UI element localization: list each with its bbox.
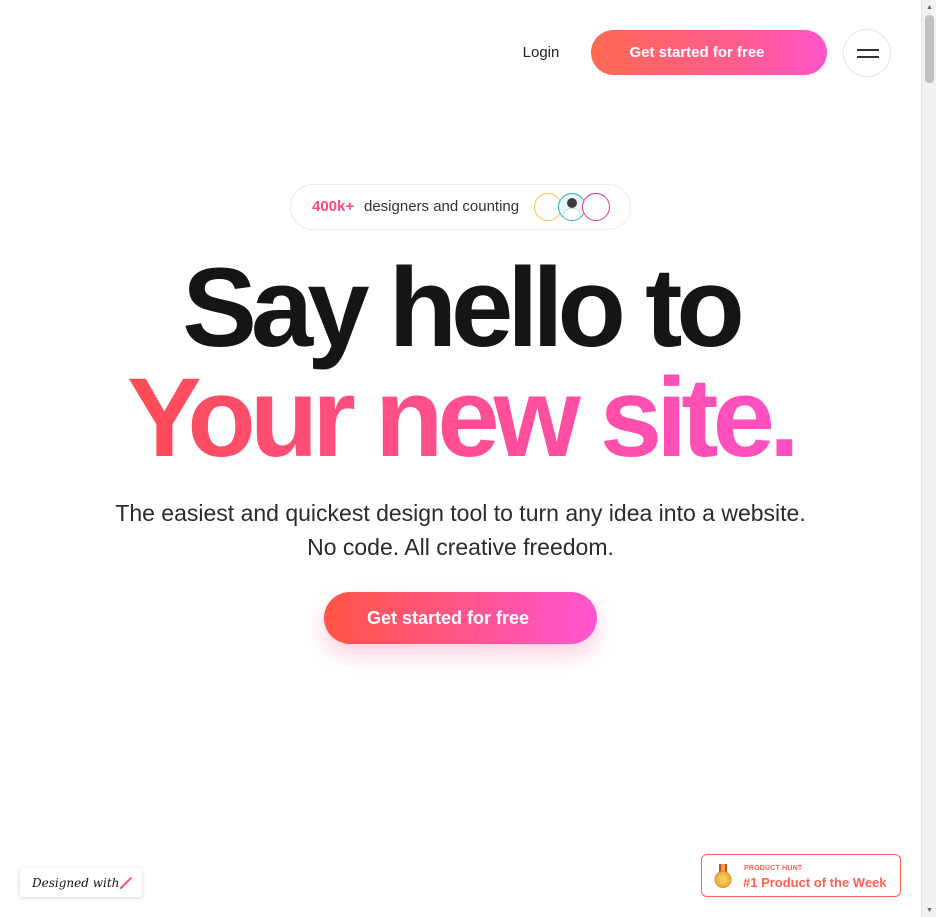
scroll-down-arrow-icon[interactable]: ▼ bbox=[922, 903, 936, 917]
product-hunt-label: PRODUCT HUNT bbox=[744, 865, 803, 872]
product-hunt-title: #1 Product of the Week bbox=[743, 875, 887, 890]
hero-headline-line2: Your new site. bbox=[0, 356, 921, 480]
designers-count-pill: 400k+ designers and counting bbox=[290, 184, 631, 230]
designed-with-badge[interactable]: Designed with bbox=[20, 868, 142, 897]
designers-count: 400k+ bbox=[312, 198, 355, 215]
hero-subtitle: The easiest and quickest design tool to … bbox=[0, 496, 921, 564]
pen-stroke-icon bbox=[120, 877, 132, 889]
product-hunt-badge[interactable]: PRODUCT HUNT #1 Product of the Week bbox=[701, 854, 901, 897]
hero-headline-line1: Say hello to bbox=[182, 245, 745, 370]
hero-get-started-button[interactable]: Get started for free bbox=[324, 592, 597, 644]
vertical-scrollbar[interactable]: ▲ ▼ bbox=[921, 0, 936, 917]
hero-subtitle-line1: The easiest and quickest design tool to … bbox=[115, 500, 806, 526]
hero-subtitle-line2: No code. All creative freedom. bbox=[307, 534, 614, 560]
header-get-started-button[interactable]: Get started for free bbox=[591, 30, 827, 75]
designed-with-text: Designed with bbox=[32, 875, 120, 890]
medal-icon bbox=[714, 864, 732, 888]
hamburger-menu-icon bbox=[857, 49, 879, 51]
scrollbar-thumb[interactable] bbox=[925, 15, 934, 83]
designers-text: designers and counting bbox=[364, 198, 520, 215]
login-link[interactable]: Login bbox=[518, 42, 564, 64]
menu-button[interactable] bbox=[843, 29, 891, 77]
avatar bbox=[582, 193, 610, 221]
scroll-up-arrow-icon[interactable]: ▲ bbox=[922, 0, 936, 14]
